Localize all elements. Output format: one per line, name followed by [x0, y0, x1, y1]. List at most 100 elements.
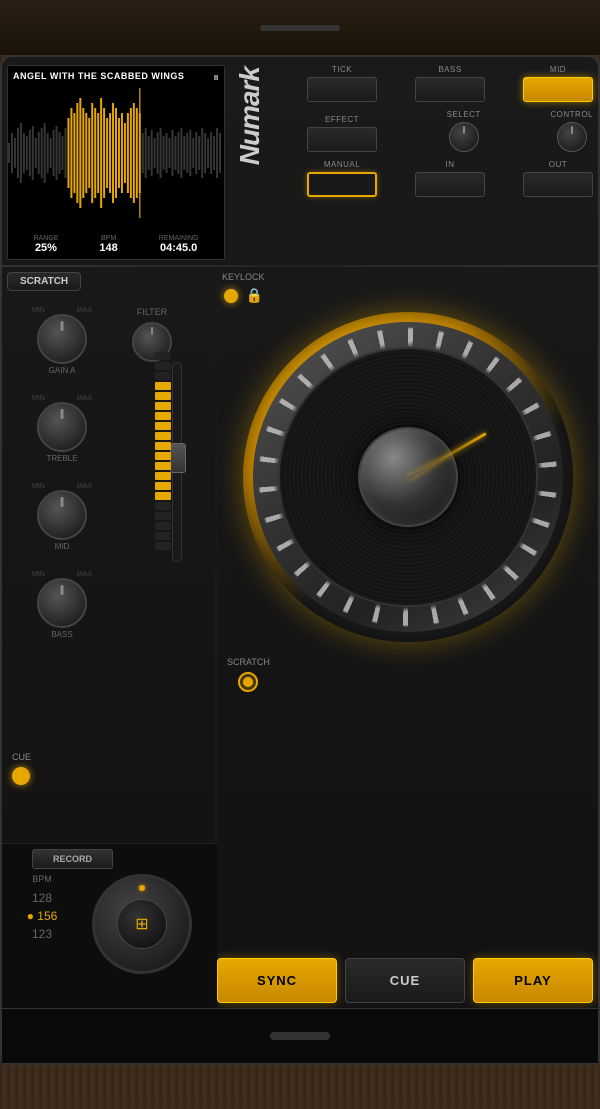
scratch-label: SCRATCH: [227, 657, 270, 667]
out-label: OUT: [549, 160, 567, 169]
gain-knob[interactable]: [37, 314, 87, 364]
bpm-value: 148: [99, 242, 117, 254]
scratch-led[interactable]: [238, 672, 258, 692]
jog-outer-ring[interactable]: [243, 312, 573, 642]
mid-eq-group: MIN MAX MID: [12, 483, 112, 551]
vu-bar-6: [155, 402, 171, 410]
play-button[interactable]: PLAY: [473, 958, 593, 1003]
keylock-label: KEYLOCK: [222, 272, 265, 282]
vu-meter: [152, 352, 174, 572]
vu-bar-18: [155, 522, 171, 530]
jog-vinyl[interactable]: [280, 350, 535, 605]
select-label: SELECT: [447, 110, 481, 119]
effect-button[interactable]: [307, 127, 377, 152]
treble-max: MAX: [77, 395, 92, 402]
control-group: CONTROL: [550, 110, 593, 152]
vu-bar-20: [155, 542, 171, 550]
jog-ring[interactable]: [253, 322, 563, 632]
vu-bar-14: [155, 482, 171, 490]
bass-max: MAX: [77, 571, 92, 578]
vu-bar-8: [155, 422, 171, 430]
device-panel: ANGEL WITH THE SCABBED WINGS ⏸: [0, 55, 600, 1065]
bass-eq-label: BASS: [12, 630, 112, 639]
jog-inner-rim[interactable]: [278, 347, 538, 607]
jog-section: [217, 292, 598, 892]
in-group: IN: [415, 160, 485, 197]
tick-group: TICK: [307, 65, 377, 102]
vu-bar-3: [155, 372, 171, 380]
vu-bar-15: [155, 492, 171, 500]
out-group: OUT: [523, 160, 593, 197]
vu-bar-16: [155, 502, 171, 510]
bpm-info: BPM 148: [99, 235, 117, 254]
waveform-display: ANGEL WITH THE SCABBED WINGS ⏸: [7, 65, 225, 260]
cue-led[interactable]: [12, 767, 30, 785]
out-button[interactable]: [523, 172, 593, 197]
effect-label: EFFECT: [325, 115, 359, 124]
treble-knob[interactable]: [37, 402, 87, 452]
mid-eq-knob[interactable]: [37, 490, 87, 540]
treble-group: MIN MAX TREBLE: [12, 395, 112, 463]
top-handle: [260, 25, 340, 31]
bass-label: BASS: [438, 65, 461, 74]
gain-minmax: MIN MAX: [32, 307, 92, 314]
manual-label: MANUAL: [324, 160, 360, 169]
bass-eq-group: MIN MAX BASS: [12, 571, 112, 639]
tick-label: TICK: [332, 65, 352, 74]
bpm-item-3: 123: [7, 925, 77, 943]
gain-group: MIN MAX GAIN A: [12, 307, 112, 375]
vu-bar-5: [155, 392, 171, 400]
record-button[interactable]: RECORD: [32, 849, 113, 869]
select-knob[interactable]: [449, 122, 479, 152]
treble-min: MIN: [32, 395, 45, 402]
remaining-info: REMAINING 04:45.0: [159, 235, 199, 254]
control-label: CONTROL: [550, 110, 593, 119]
pause-button[interactable]: ⏸: [213, 70, 219, 85]
middle-button-row: EFFECT SELECT CONTROL: [307, 110, 593, 152]
bass-eq-knob[interactable]: [37, 578, 87, 628]
bass-min: MIN: [32, 571, 45, 578]
gain-label: GAIN A: [12, 366, 112, 375]
bass-button[interactable]: [415, 77, 485, 102]
bpm-knob-led: [139, 885, 145, 891]
bpm-knob[interactable]: ⊞: [92, 874, 192, 974]
gain-min: MIN: [32, 307, 45, 314]
vu-bar-13: [155, 472, 171, 480]
filter-label: FILTER: [122, 307, 182, 317]
status-handle: [270, 1032, 330, 1040]
track-name: ANGEL WITH THE SCABBED WINGS: [13, 71, 184, 81]
mid-button[interactable]: [523, 77, 593, 102]
sync-button[interactable]: SYNC: [217, 958, 337, 1003]
manual-button[interactable]: [307, 172, 377, 197]
top-button-row: TICK BASS MID: [307, 65, 593, 102]
transport-section: SYNC CUE PLAY: [217, 958, 593, 1003]
bpm-label: BPM: [99, 235, 117, 242]
vu-bar-19: [155, 532, 171, 540]
manual-group: MANUAL: [307, 160, 377, 197]
eq-section: MIN MAX GAIN A MIN MAX TREBLE MIN MAX MI…: [12, 307, 112, 659]
cue-left-section: CUE: [12, 752, 31, 785]
tick-button[interactable]: [307, 77, 377, 102]
bottom-button-row: MANUAL IN OUT: [307, 160, 593, 197]
mid-minmax: MIN MAX: [32, 483, 92, 490]
cue-button[interactable]: CUE: [345, 958, 465, 1003]
vu-bar-9: [155, 432, 171, 440]
waveform-area: [8, 88, 224, 218]
remaining-label: REMAINING: [159, 235, 199, 242]
bpm-section: RECORD BPM 128 ● 156 123 ⊞: [2, 843, 217, 1008]
bpm-list: 128 ● 156 123: [7, 889, 77, 943]
in-button[interactable]: [415, 172, 485, 197]
vu-bar-4: [155, 382, 171, 390]
mid-max: MAX: [77, 483, 92, 490]
range-label: RANGE: [34, 235, 59, 242]
scratch-top-button[interactable]: SCRATCH: [7, 272, 81, 291]
bpm-display: BPM 128 ● 156 123: [7, 874, 77, 943]
treble-minmax: MIN MAX: [32, 395, 92, 402]
bpm-display-label: BPM: [7, 874, 77, 884]
control-knob[interactable]: [557, 122, 587, 152]
vu-bar-12: [155, 462, 171, 470]
vu-bar-1: [155, 352, 171, 360]
in-label: IN: [446, 160, 455, 169]
select-group: SELECT: [447, 110, 481, 152]
range-value: 25%: [34, 242, 59, 254]
